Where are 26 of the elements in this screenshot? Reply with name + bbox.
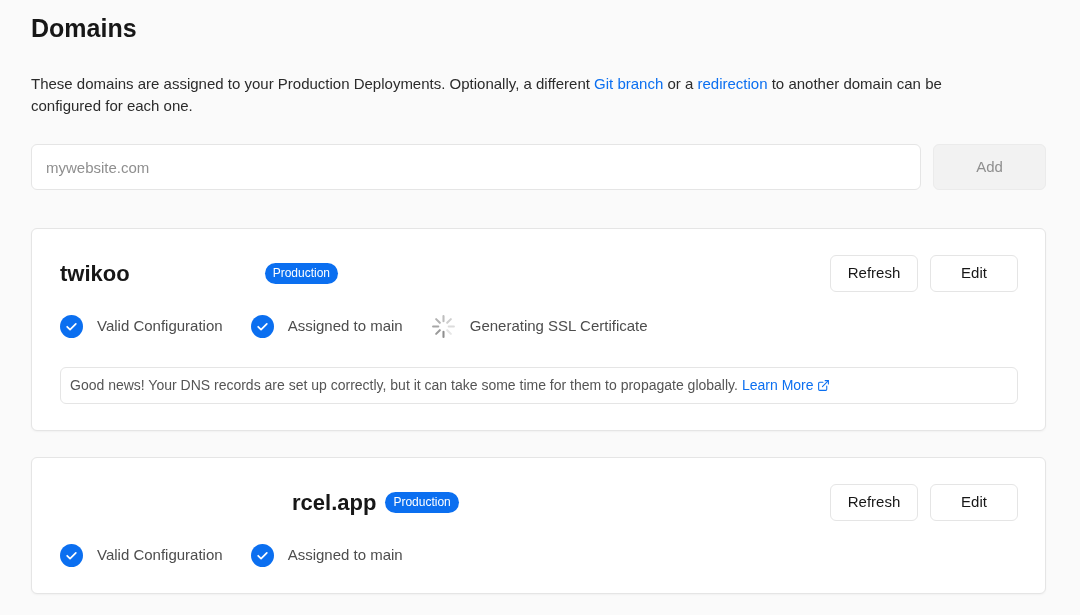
edit-button[interactable]: Edit: [930, 483, 1018, 521]
inline-link[interactable]: redirection: [697, 75, 768, 92]
learn-more-link[interactable]: Learn More: [741, 375, 830, 396]
status-label: Valid Configuration: [97, 544, 223, 565]
production-badge: Production: [264, 262, 339, 284]
status-label: Assigned to main: [287, 544, 403, 565]
refresh-button[interactable]: Refresh: [830, 254, 918, 292]
domain-name: twikoo: [60, 259, 130, 288]
page-title: Domains: [31, 13, 138, 43]
production-badge: Production: [385, 491, 459, 513]
check-circle-icon: [250, 314, 274, 338]
domain-input[interactable]: mywebsite.com: [31, 144, 921, 190]
check-circle-icon: [60, 314, 83, 338]
check-circle-icon: [60, 543, 83, 567]
status-label: Valid Configuration: [97, 315, 223, 336]
external-link-icon: [816, 379, 830, 392]
domain-name: rcel.app: [292, 488, 377, 517]
check-circle-icon: [250, 543, 274, 567]
loading-spinner-icon: [430, 313, 456, 339]
status-label: Assigned to main: [287, 315, 403, 336]
description-text: These domains are assigned to your Production Deployments. Optionally, a different Git branch or a redirection to another domain can be configured for each one.: [31, 74, 943, 116]
refresh-button[interactable]: Refresh: [830, 483, 918, 521]
note-text: Good news! Your DNS records are set up correctly, but it can take some time for them to propagate globally.: [70, 376, 738, 395]
edit-button[interactable]: Edit: [930, 254, 1018, 292]
status-label: Generating SSL Certificate: [469, 315, 648, 336]
inline-link[interactable]: Git branch: [594, 75, 664, 92]
